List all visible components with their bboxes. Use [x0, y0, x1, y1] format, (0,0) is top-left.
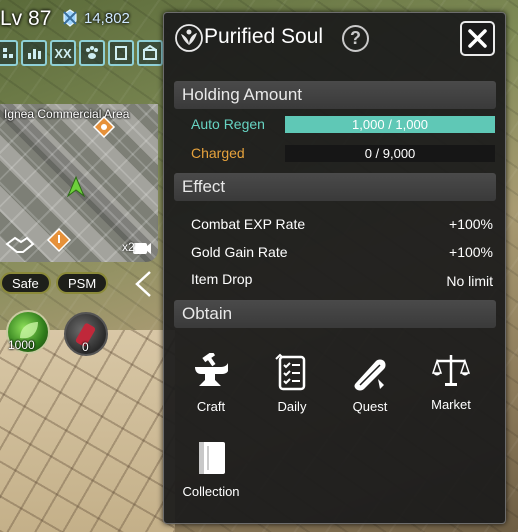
quest-marker-icon: [46, 228, 72, 253]
quest-label: Quest: [352, 399, 388, 414]
minimap[interactable]: Ignea Commercial Area x2: [0, 104, 158, 262]
psm-button[interactable]: PSM: [56, 272, 109, 294]
gold-gain-label: Gold Gain Rate: [191, 244, 288, 260]
purified-soul-dialog: Purified Soul ? Holding Amount Auto Rege…: [163, 12, 506, 524]
book-icon: [115, 46, 127, 60]
player-level: Lv 87: [0, 7, 52, 30]
safe-mode-button[interactable]: Safe: [0, 272, 51, 294]
scales-icon: [431, 355, 471, 386]
auto-regen-bar: 1,000 / 1,000: [285, 116, 495, 133]
obtain-daily-button[interactable]: Daily: [257, 353, 327, 414]
gold-gain-value: +100%: [449, 244, 493, 260]
stone-floor: [0, 330, 175, 532]
help-glyph: ?: [350, 28, 361, 48]
collapse-arrow-icon[interactable]: [132, 270, 154, 298]
obtain-quest-button[interactable]: Quest: [335, 353, 405, 414]
close-button[interactable]: [460, 21, 495, 56]
npc-marker-icon: [92, 116, 116, 139]
xx-label: XX: [54, 45, 72, 61]
item-drop-value: No limit: [446, 273, 493, 289]
menu-button-codex[interactable]: [108, 40, 134, 66]
obtain-header: Obtain: [174, 300, 496, 328]
obtain-collection-button[interactable]: Collection: [176, 438, 246, 499]
combat-exp-value: +100%: [449, 216, 493, 232]
safe-label: Safe: [12, 275, 39, 291]
obtain-craft-button[interactable]: Craft: [176, 353, 246, 414]
obtain-title: Obtain: [182, 304, 233, 323]
soul-emblem-icon: [175, 24, 203, 52]
charged-bar: 0 / 9,000: [285, 145, 495, 162]
effect-header: Effect: [174, 173, 496, 201]
item-drop-label: Item Drop: [191, 271, 253, 287]
obtain-market-button[interactable]: Market: [416, 351, 486, 412]
menu-button-shop[interactable]: [137, 40, 163, 66]
holding-amount-header: Holding Amount: [174, 81, 496, 109]
menu-button-1[interactable]: [0, 40, 18, 66]
handshake-icon: [5, 236, 35, 253]
buff-potion-count: 0: [82, 340, 89, 354]
player-hud: Lv 87 14,802: [0, 0, 175, 36]
paw-icon: [86, 46, 98, 59]
hp-potion-count: 1000: [8, 338, 35, 352]
anvil-icon: [195, 353, 228, 386]
auto-regen-label: Auto Regen: [191, 116, 265, 132]
close-icon: [468, 29, 487, 48]
checklist-icon: [275, 353, 306, 391]
bar-chart-icon: [28, 49, 41, 59]
scroll-icon: [354, 359, 386, 391]
shop-icon: [143, 45, 157, 60]
market-label: Market: [431, 397, 471, 412]
camera-multiplier: x2: [122, 240, 135, 254]
collection-label: Collection: [182, 484, 240, 499]
combat-exp-label: Combat EXP Rate: [191, 216, 306, 232]
menu-button-xx[interactable]: XX: [50, 40, 76, 66]
help-icon[interactable]: ?: [342, 25, 369, 52]
player-arrow-icon: [66, 176, 86, 198]
quick-menu-bar: XX: [0, 40, 165, 70]
book-icon: [199, 442, 225, 474]
auto-regen-value: 1,000 / 1,000: [352, 117, 428, 132]
daily-label: Daily: [277, 399, 307, 414]
dialog-title: Purified Soul: [204, 25, 324, 48]
soul-gem-icon: [63, 9, 77, 27]
currency-count: 14,802: [84, 10, 130, 27]
charged-label: Charged: [191, 145, 245, 161]
grid-icon: [3, 48, 13, 58]
craft-label: Craft: [196, 399, 226, 414]
effect-title: Effect: [182, 177, 226, 196]
charged-value: 0 / 9,000: [364, 146, 416, 161]
menu-button-stats[interactable]: [21, 40, 47, 66]
menu-button-pet[interactable]: [79, 40, 105, 66]
holding-amount-title: Holding Amount: [182, 85, 303, 104]
psm-label: PSM: [68, 275, 97, 291]
